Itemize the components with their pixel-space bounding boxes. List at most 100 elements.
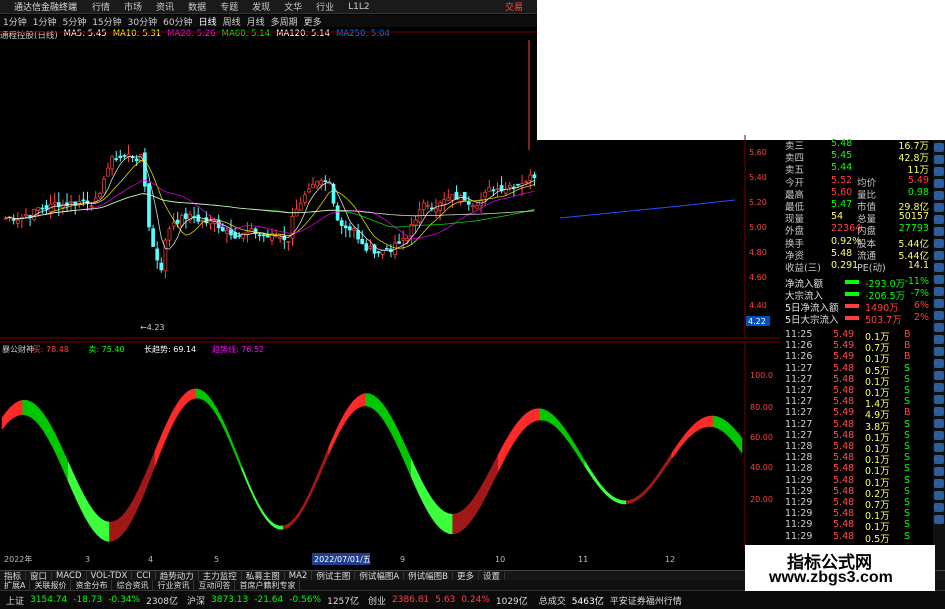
side-tool-icon[interactable] — [934, 503, 944, 512]
indicator-band — [138, 480, 143, 507]
side-tool-icon[interactable] — [934, 311, 944, 320]
tick-row[interactable]: 11:28 5.48 0.1万 S — [783, 441, 933, 455]
tick-list[interactable]: 11:25 5.49 0.1万 B 11:26 5.49 0.7万 B 11:26 5.49 0.1… — [783, 329, 933, 545]
period-button[interactable]: 60分钟 — [160, 15, 195, 28]
indicator-band — [452, 513, 457, 535]
period-button[interactable]: 1分钟 — [0, 15, 30, 28]
tick-row[interactable]: 11:28 5.48 0.1万 S — [783, 463, 933, 477]
candle — [184, 213, 188, 219]
period-button[interactable]: 月线 — [244, 15, 268, 28]
side-tool-icon[interactable] — [934, 383, 944, 392]
period-button[interactable]: 30分钟 — [125, 15, 160, 28]
candle — [36, 207, 41, 211]
indicator-chart[interactable]: 暴公财神买: 78.48 卖: 75.40 长趋势: 69.14 趋势线: 76.52… — [0, 340, 780, 570]
trade-button[interactable]: 交易 — [505, 0, 523, 13]
quote-value: 0.291 — [831, 260, 859, 271]
info-tab[interactable]: 首席户籍利专家 — [235, 579, 301, 591]
side-tool-icon[interactable] — [934, 227, 944, 236]
side-tool-icon[interactable] — [934, 443, 944, 452]
side-tool-icon[interactable] — [934, 239, 944, 248]
side-tool-icon[interactable] — [934, 419, 944, 428]
index-name[interactable]: 创业 — [362, 594, 389, 607]
menu-hangqing[interactable]: 行情 — [85, 0, 117, 13]
info-tab[interactable]: 扩展A — [0, 579, 31, 591]
tick-row[interactable]: 11:29 5.48 0.5万 S — [783, 531, 933, 545]
side-tool-icon[interactable] — [934, 215, 944, 224]
side-tool-icon[interactable] — [934, 371, 944, 380]
tick-row[interactable]: 11:27 5.48 1.4万 S — [783, 396, 933, 410]
side-tool-icon[interactable] — [934, 455, 944, 464]
side-tool-icon[interactable] — [934, 263, 944, 272]
side-tool-icon[interactable] — [934, 191, 944, 200]
tick-row[interactable]: 11:29 5.48 0.2万 S — [783, 486, 933, 500]
side-tool-icon[interactable] — [934, 299, 944, 308]
period-button[interactable]: 1分钟 — [30, 15, 60, 28]
side-tool-icon[interactable] — [934, 335, 944, 344]
info-tab[interactable]: 关联报价 — [30, 579, 72, 591]
side-tool-icon[interactable] — [934, 359, 944, 368]
menu-hangye[interactable]: 行业 — [309, 0, 341, 13]
tick-row[interactable]: 11:25 5.49 0.1万 B — [783, 329, 933, 343]
side-tool-icon[interactable] — [934, 515, 944, 524]
indicator-band — [287, 520, 292, 529]
side-tool-icon[interactable] — [934, 167, 944, 176]
quote-value: 5.44 — [831, 162, 853, 174]
tick-side: S — [904, 362, 911, 374]
index-name[interactable]: 沪深 — [181, 594, 208, 607]
tick-row[interactable]: 11:27 5.48 3.8万 S — [783, 419, 933, 433]
period-button[interactable]: 多周期 — [268, 15, 301, 28]
tick-row[interactable]: 11:27 5.48 0.1万 S — [783, 430, 933, 444]
menu-zixun[interactable]: 资讯 — [149, 0, 181, 13]
tick-row[interactable]: 11:27 5.48 0.5万 S — [783, 362, 933, 377]
side-tool-icon[interactable] — [934, 179, 944, 188]
side-tool-icon[interactable] — [934, 479, 944, 488]
side-tool-icon[interactable] — [934, 287, 944, 296]
period-button[interactable]: 周线 — [220, 15, 244, 28]
indicator-band — [249, 485, 255, 499]
tick-row[interactable]: 11:27 5.48 0.1万 S — [783, 374, 933, 388]
side-tool-icon[interactable] — [934, 431, 944, 440]
menu-l1l2[interactable]: L1L2 — [341, 2, 376, 12]
index-name[interactable]: 上证 — [0, 594, 27, 607]
index-pct: -0.34% — [108, 595, 141, 605]
tick-row[interactable]: 11:29 5.48 0.1万 S — [783, 475, 933, 489]
side-tool-icon[interactable] — [934, 203, 944, 212]
menu-faxian[interactable]: 发现 — [245, 0, 277, 13]
period-button[interactable]: 日线 — [196, 15, 220, 28]
tick-row[interactable]: 11:26 5.49 0.1万 B — [783, 351, 933, 365]
tick-row[interactable]: 11:26 5.49 0.7万 B — [783, 340, 933, 354]
tick-row[interactable]: 11:29 5.48 0.1万 S — [783, 519, 933, 533]
info-tab[interactable]: 综合资讯 — [112, 579, 154, 591]
side-tool-icon[interactable] — [934, 155, 944, 164]
flow-bar — [845, 304, 859, 308]
tick-row[interactable]: 11:29 5.48 0.7万 S — [783, 497, 933, 511]
menu-shuju[interactable]: 数据 — [181, 0, 213, 13]
period-button[interactable]: 5分钟 — [59, 15, 89, 28]
menu-zhuanti[interactable]: 专题 — [213, 0, 245, 13]
side-tool-icon[interactable] — [934, 275, 944, 284]
indicator-band — [692, 421, 697, 435]
period-button[interactable]: 15分钟 — [89, 15, 124, 28]
side-tool-icon[interactable] — [934, 491, 944, 500]
info-tab[interactable]: 互动问答 — [194, 579, 236, 591]
side-tool-icon[interactable] — [934, 467, 944, 476]
menu-shichang[interactable]: 市场 — [117, 0, 149, 13]
tick-row[interactable]: 11:27 5.48 0.1万 S — [783, 385, 933, 399]
tick-row[interactable]: 11:28 5.48 0.1万 S — [783, 452, 933, 466]
side-tool-icon[interactable] — [934, 407, 944, 416]
menu-wenhua[interactable]: 文华 — [277, 0, 309, 13]
side-tool-icon[interactable] — [934, 251, 944, 260]
candle — [462, 191, 467, 201]
side-tool-icon[interactable] — [934, 395, 944, 404]
side-tool-icon[interactable] — [934, 143, 944, 152]
period-button[interactable]: 更多 — [301, 15, 325, 28]
info-tab[interactable]: 行业资讯 — [153, 579, 195, 591]
candle — [257, 234, 262, 237]
indicator-band — [415, 467, 420, 496]
tick-row[interactable]: 11:29 5.48 0.1万 S — [783, 508, 933, 522]
info-tab[interactable]: 资金分布 — [71, 579, 113, 591]
side-tool-icon[interactable] — [934, 347, 944, 356]
side-tool-icon[interactable] — [934, 323, 944, 332]
tick-time: 11:27 — [785, 362, 813, 374]
tick-row[interactable]: 11:27 5.49 4.9万 B — [783, 407, 933, 421]
